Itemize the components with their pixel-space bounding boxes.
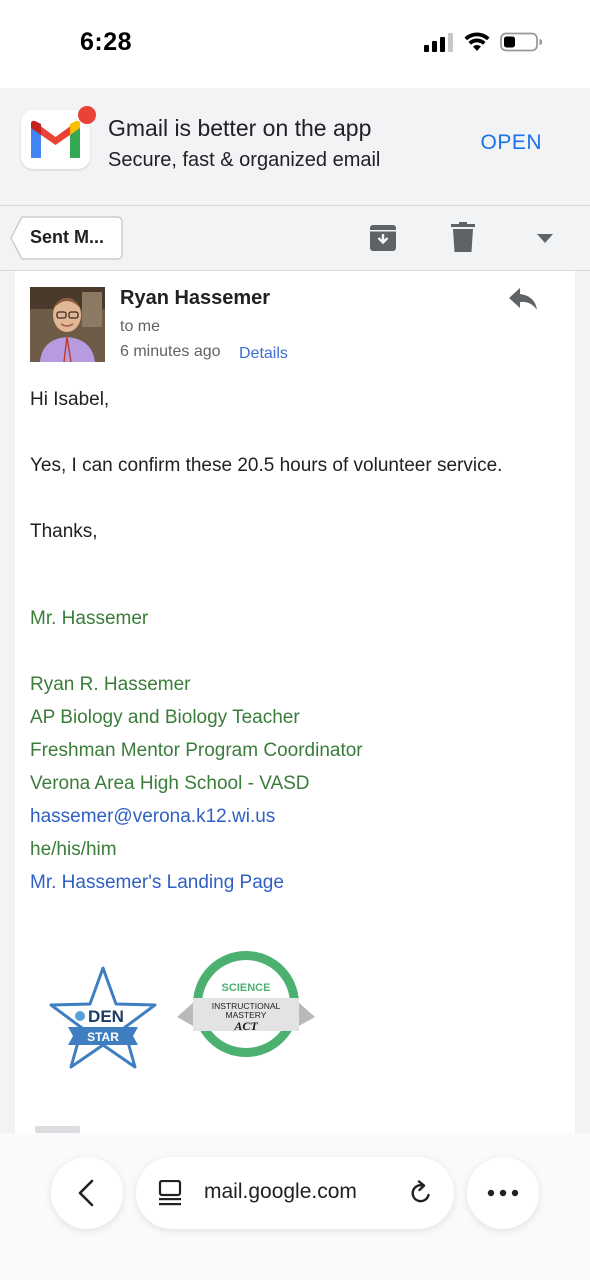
timestamp: 6 minutes ago [120,343,221,360]
den-star-badge: DEN STAR [49,966,157,1069]
more-dropdown-icon[interactable] [537,234,553,244]
email-greeting: Hi Isabel, [30,389,110,410]
signature-title-1: AP Biology and Biology Teacher [30,707,300,728]
details-link[interactable]: Details [239,345,288,363]
act-act-text: ACT [233,1019,258,1033]
browser-back-button[interactable] [51,1157,123,1229]
reply-icon[interactable] [508,287,538,311]
signature-email-link[interactable]: hassemer@verona.k12.wi.us [30,806,275,828]
banner-subtitle: Secure, fast & organized email [108,149,381,171]
act-science-badge: SCIENCE INSTRUCTIONAL MASTERY ACT [177,951,315,1057]
url-text: mail.google.com [204,1180,357,1203]
page-icon [158,1180,182,1206]
browser-more-button[interactable] [467,1157,539,1229]
open-app-button[interactable]: OPEN [480,131,542,155]
email-closing: Thanks, [30,521,98,542]
act-science-text: SCIENCE [222,982,271,994]
back-icon [78,1179,94,1207]
den-badge-text: DEN [88,1007,124,1026]
status-bar: 6:28 [0,0,590,88]
delete-icon[interactable] [451,222,475,252]
sender-avatar[interactable] [30,287,105,362]
notification-badge [78,106,96,124]
back-chip-label: Sent M... [30,227,105,247]
signature-school: Verona Area High School - VASD [30,773,310,794]
signal-icon [424,33,453,52]
app-promo-banner: Gmail is better on the app Secure, fast … [0,88,590,205]
email-toolbar: Sent M... [0,205,590,271]
wifi-icon [464,32,490,51]
reload-icon[interactable] [408,1180,434,1206]
avatar-photo [30,287,105,362]
archive-icon[interactable] [369,224,397,252]
more-icon [487,1189,519,1197]
signature-full-name: Ryan R. Hassemer [30,674,191,695]
email-area: Ryan Hassemer to me 6 minutes ago Detail… [0,271,590,1133]
back-to-sent-button[interactable]: Sent M... [10,216,123,260]
email-body: Yes, I can confirm these 20.5 hours of v… [30,455,503,476]
browser-toolbar: mail.google.com [0,1133,590,1280]
landing-page-link[interactable]: Mr. Hassemer's Landing Page [30,872,284,894]
banner-title: Gmail is better on the app [108,115,372,141]
recipient-label: to me [120,318,161,335]
address-bar[interactable]: mail.google.com [136,1157,454,1229]
attachment-strip [35,1126,80,1133]
den-star-text: STAR [87,1030,119,1044]
signature-title-2: Freshman Mentor Program Coordinator [30,740,363,761]
email-message: Ryan Hassemer to me 6 minutes ago Detail… [15,271,575,1133]
sender-name[interactable]: Ryan Hassemer [120,287,270,310]
status-time: 6:28 [80,28,133,56]
battery-icon [500,32,542,52]
signature-short-name: Mr. Hassemer [30,608,149,629]
signature-pronouns: he/his/him [30,839,117,860]
status-icons [424,32,542,52]
